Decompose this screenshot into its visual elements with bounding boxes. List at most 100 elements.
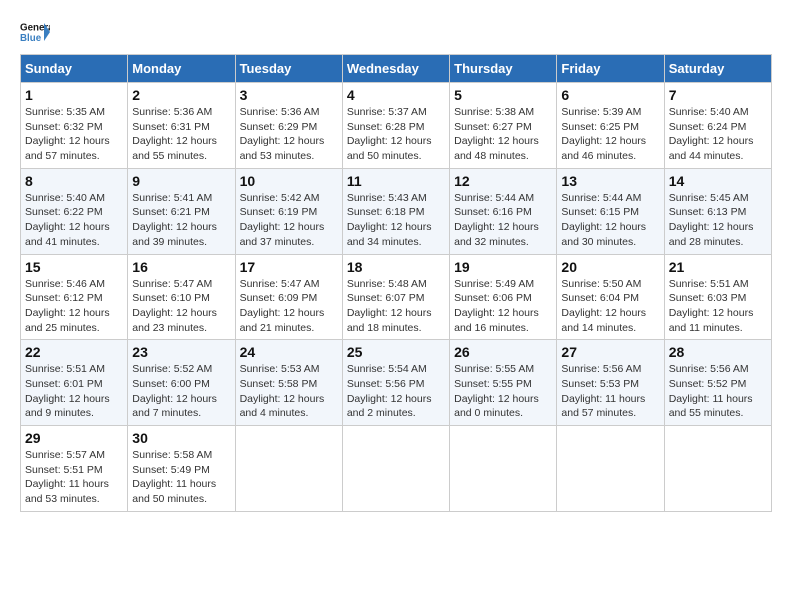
day-detail: Sunrise: 5:43 AMSunset: 6:18 PMDaylight:… — [347, 191, 445, 250]
calendar-week-row: 15 Sunrise: 5:46 AMSunset: 6:12 PMDayligh… — [21, 254, 772, 340]
weekday-header: Tuesday — [235, 55, 342, 83]
day-detail: Sunrise: 5:58 AMSunset: 5:49 PMDaylight:… — [132, 448, 230, 507]
calendar-cell: 11 Sunrise: 5:43 AMSunset: 6:18 PMDayligh… — [342, 168, 449, 254]
day-number: 17 — [240, 259, 338, 275]
calendar-cell: 24Sunrise: 5:53 AMSunset: 5:58 PMDayligh… — [235, 340, 342, 426]
day-number: 14 — [669, 173, 767, 189]
calendar-week-row: 29Sunrise: 5:57 AMSunset: 5:51 PMDayligh… — [21, 426, 772, 512]
header: General Blue — [20, 20, 772, 44]
calendar-cell: 19Sunrise: 5:49 AMSunset: 6:06 PMDayligh… — [450, 254, 557, 340]
weekday-header: Sunday — [21, 55, 128, 83]
calendar-cell: 10 Sunrise: 5:42 AMSunset: 6:19 PMDayligh… — [235, 168, 342, 254]
day-number: 11 — [347, 173, 445, 189]
day-detail: Sunrise: 5:56 AMSunset: 5:52 PMDaylight:… — [669, 362, 767, 421]
day-number: 12 — [454, 173, 552, 189]
day-detail: Sunrise: 5:57 AMSunset: 5:51 PMDaylight:… — [25, 448, 123, 507]
calendar-cell: 30 Sunrise: 5:58 AMSunset: 5:49 PMDayligh… — [128, 426, 235, 512]
day-detail: Sunrise: 5:51 AMSunset: 6:01 PMDaylight:… — [25, 362, 123, 421]
logo-icon: General Blue — [20, 20, 50, 44]
weekday-header: Wednesday — [342, 55, 449, 83]
calendar-cell: 29Sunrise: 5:57 AMSunset: 5:51 PMDayligh… — [21, 426, 128, 512]
logo: General Blue — [20, 20, 50, 44]
calendar-cell: 26 Sunrise: 5:55 AMSunset: 5:55 PMDayligh… — [450, 340, 557, 426]
calendar-cell: 22 Sunrise: 5:51 AMSunset: 6:01 PMDayligh… — [21, 340, 128, 426]
day-detail: Sunrise: 5:38 AMSunset: 6:27 PMDaylight:… — [454, 105, 552, 164]
calendar-week-row: 22 Sunrise: 5:51 AMSunset: 6:01 PMDayligh… — [21, 340, 772, 426]
calendar-week-row: 1 Sunrise: 5:35 AMSunset: 6:32 PMDaylight… — [21, 83, 772, 169]
day-detail: Sunrise: 5:42 AMSunset: 6:19 PMDaylight:… — [240, 191, 338, 250]
day-detail: Sunrise: 5:44 AMSunset: 6:15 PMDaylight:… — [561, 191, 659, 250]
day-detail: Sunrise: 5:46 AMSunset: 6:12 PMDaylight:… — [25, 277, 123, 336]
day-detail: Sunrise: 5:39 AMSunset: 6:25 PMDaylight:… — [561, 105, 659, 164]
calendar-cell: 8 Sunrise: 5:40 AMSunset: 6:22 PMDaylight… — [21, 168, 128, 254]
calendar-cell: 15 Sunrise: 5:46 AMSunset: 6:12 PMDayligh… — [21, 254, 128, 340]
day-detail: Sunrise: 5:35 AMSunset: 6:32 PMDaylight:… — [25, 105, 123, 164]
day-number: 6 — [561, 87, 659, 103]
svg-text:Blue: Blue — [20, 33, 42, 44]
day-number: 21 — [669, 259, 767, 275]
day-number: 2 — [132, 87, 230, 103]
calendar-cell — [664, 426, 771, 512]
day-number: 1 — [25, 87, 123, 103]
calendar-cell: 16 Sunrise: 5:47 AMSunset: 6:10 PMDayligh… — [128, 254, 235, 340]
calendar-cell: 5 Sunrise: 5:38 AMSunset: 6:27 PMDaylight… — [450, 83, 557, 169]
day-detail: Sunrise: 5:55 AMSunset: 5:55 PMDaylight:… — [454, 362, 552, 421]
day-detail: Sunrise: 5:54 AMSunset: 5:56 PMDaylight:… — [347, 362, 445, 421]
calendar-cell: 14Sunrise: 5:45 AMSunset: 6:13 PMDayligh… — [664, 168, 771, 254]
day-number: 8 — [25, 173, 123, 189]
calendar-cell — [235, 426, 342, 512]
calendar-cell: 20Sunrise: 5:50 AMSunset: 6:04 PMDayligh… — [557, 254, 664, 340]
calendar-cell: 25 Sunrise: 5:54 AMSunset: 5:56 PMDayligh… — [342, 340, 449, 426]
weekday-header: Friday — [557, 55, 664, 83]
weekday-header: Monday — [128, 55, 235, 83]
day-number: 19 — [454, 259, 552, 275]
day-number: 9 — [132, 173, 230, 189]
calendar-cell: 23Sunrise: 5:52 AMSunset: 6:00 PMDayligh… — [128, 340, 235, 426]
day-number: 27 — [561, 344, 659, 360]
day-number: 10 — [240, 173, 338, 189]
day-number: 4 — [347, 87, 445, 103]
day-number: 30 — [132, 430, 230, 446]
day-number: 13 — [561, 173, 659, 189]
calendar-cell: 13 Sunrise: 5:44 AMSunset: 6:15 PMDayligh… — [557, 168, 664, 254]
day-number: 25 — [347, 344, 445, 360]
calendar-cell: 28 Sunrise: 5:56 AMSunset: 5:52 PMDayligh… — [664, 340, 771, 426]
calendar-cell: 7 Sunrise: 5:40 AMSunset: 6:24 PMDaylight… — [664, 83, 771, 169]
header-row: SundayMondayTuesdayWednesdayThursdayFrid… — [21, 55, 772, 83]
calendar-cell: 4 Sunrise: 5:37 AMSunset: 6:28 PMDaylight… — [342, 83, 449, 169]
day-number: 5 — [454, 87, 552, 103]
calendar-cell: 3Sunrise: 5:36 AMSunset: 6:29 PMDaylight… — [235, 83, 342, 169]
day-detail: Sunrise: 5:40 AMSunset: 6:24 PMDaylight:… — [669, 105, 767, 164]
calendar-cell — [450, 426, 557, 512]
day-detail: Sunrise: 5:47 AMSunset: 6:09 PMDaylight:… — [240, 277, 338, 336]
day-detail: Sunrise: 5:56 AMSunset: 5:53 PMDaylight:… — [561, 362, 659, 421]
day-detail: Sunrise: 5:40 AMSunset: 6:22 PMDaylight:… — [25, 191, 123, 250]
day-detail: Sunrise: 5:52 AMSunset: 6:00 PMDaylight:… — [132, 362, 230, 421]
day-detail: Sunrise: 5:47 AMSunset: 6:10 PMDaylight:… — [132, 277, 230, 336]
day-number: 3 — [240, 87, 338, 103]
calendar-cell: 18 Sunrise: 5:48 AMSunset: 6:07 PMDayligh… — [342, 254, 449, 340]
calendar-cell: 17 Sunrise: 5:47 AMSunset: 6:09 PMDayligh… — [235, 254, 342, 340]
day-detail: Sunrise: 5:51 AMSunset: 6:03 PMDaylight:… — [669, 277, 767, 336]
day-number: 7 — [669, 87, 767, 103]
calendar-cell: 27 Sunrise: 5:56 AMSunset: 5:53 PMDayligh… — [557, 340, 664, 426]
calendar-cell: 9 Sunrise: 5:41 AMSunset: 6:21 PMDaylight… — [128, 168, 235, 254]
day-number: 26 — [454, 344, 552, 360]
calendar-cell — [342, 426, 449, 512]
calendar-cell: 2Sunrise: 5:36 AMSunset: 6:31 PMDaylight… — [128, 83, 235, 169]
day-number: 22 — [25, 344, 123, 360]
calendar-cell: 1 Sunrise: 5:35 AMSunset: 6:32 PMDaylight… — [21, 83, 128, 169]
day-number: 16 — [132, 259, 230, 275]
day-detail: Sunrise: 5:53 AMSunset: 5:58 PMDaylight:… — [240, 362, 338, 421]
day-detail: Sunrise: 5:44 AMSunset: 6:16 PMDaylight:… — [454, 191, 552, 250]
weekday-header: Saturday — [664, 55, 771, 83]
day-number: 15 — [25, 259, 123, 275]
day-number: 28 — [669, 344, 767, 360]
day-detail: Sunrise: 5:50 AMSunset: 6:04 PMDaylight:… — [561, 277, 659, 336]
day-detail: Sunrise: 5:48 AMSunset: 6:07 PMDaylight:… — [347, 277, 445, 336]
calendar-cell: 12 Sunrise: 5:44 AMSunset: 6:16 PMDayligh… — [450, 168, 557, 254]
day-detail: Sunrise: 5:37 AMSunset: 6:28 PMDaylight:… — [347, 105, 445, 164]
calendar-cell: 6 Sunrise: 5:39 AMSunset: 6:25 PMDaylight… — [557, 83, 664, 169]
day-number: 18 — [347, 259, 445, 275]
day-detail: Sunrise: 5:41 AMSunset: 6:21 PMDaylight:… — [132, 191, 230, 250]
